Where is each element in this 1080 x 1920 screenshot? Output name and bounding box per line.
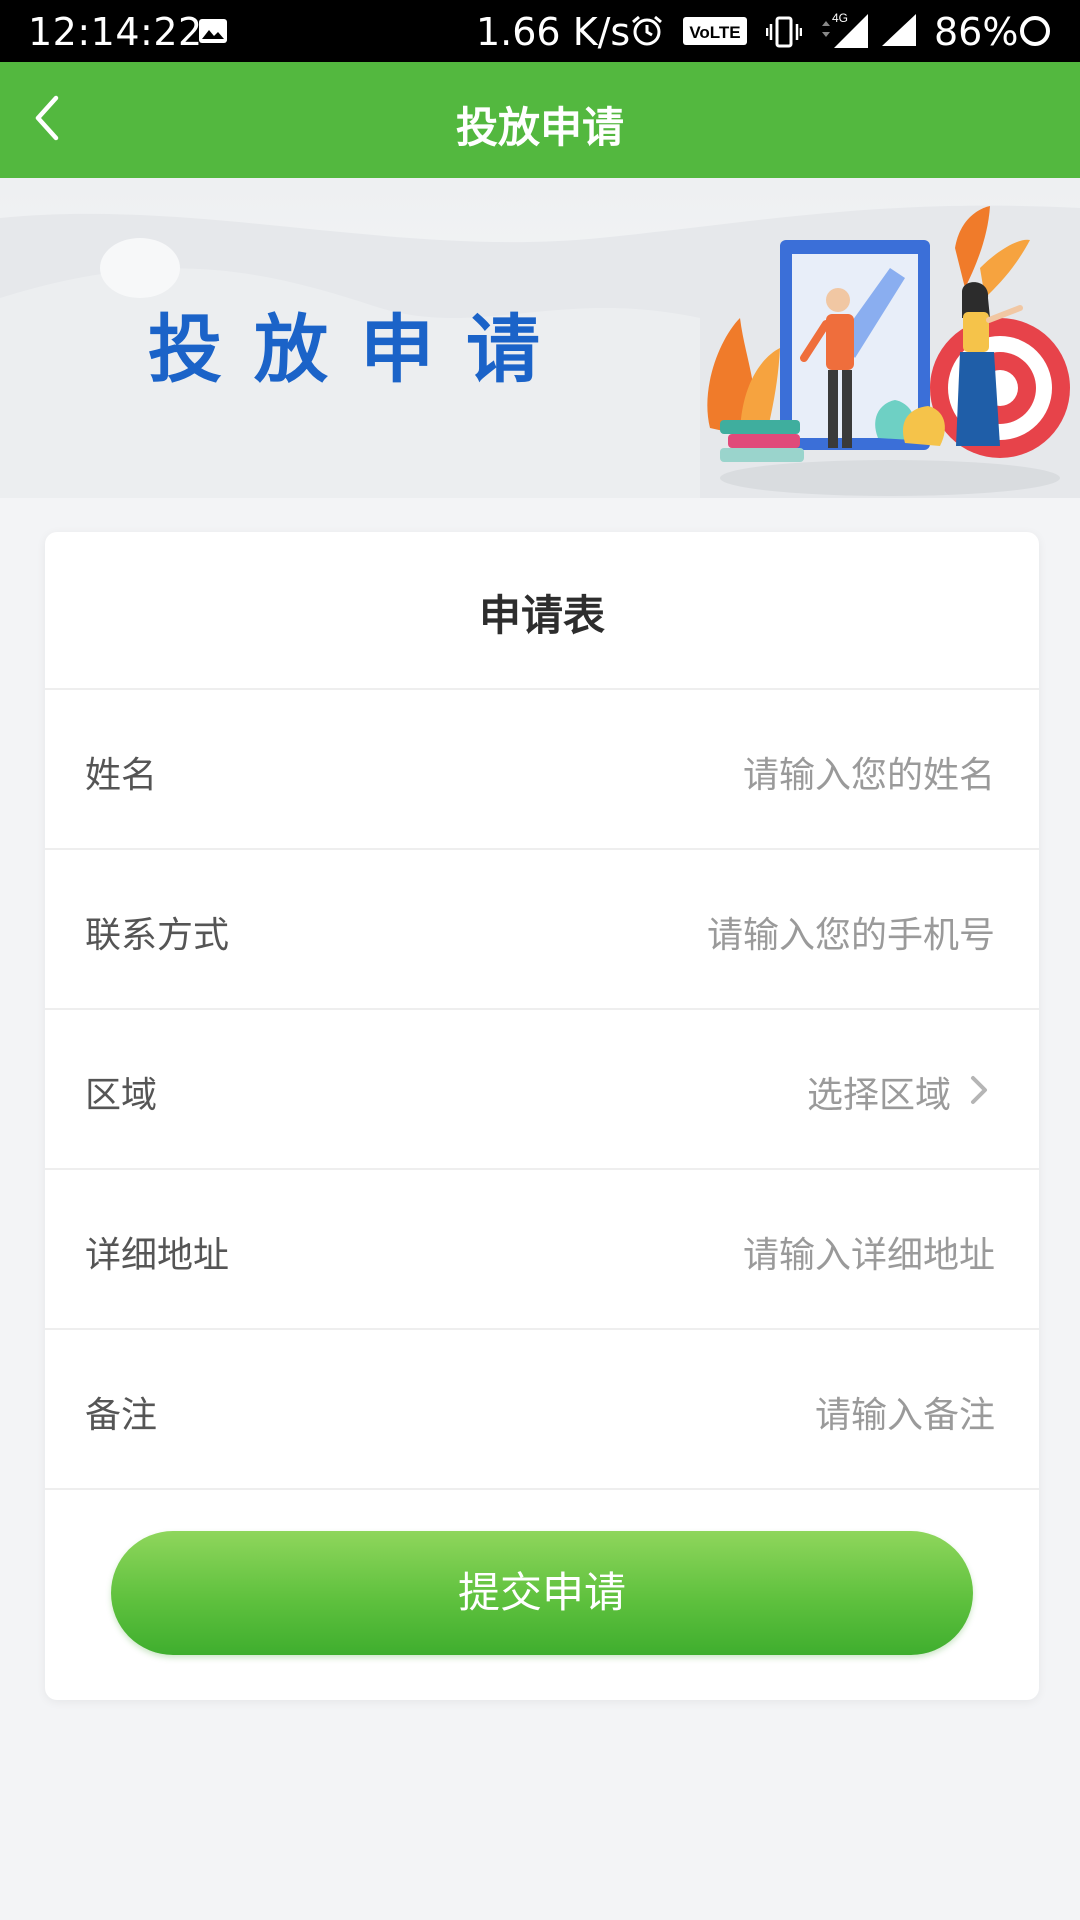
region-select[interactable]: 选择区域 (807, 1066, 951, 1118)
application-form-card: 申请表 姓名 请输入您的姓名 联系方式 请输入您的手机号 区域 选择区域 详细地… (45, 532, 1039, 1700)
volte-icon: VoLTE (683, 17, 747, 45)
field-address-label: 详细地址 (85, 1235, 230, 1276)
signal-icon (882, 14, 916, 46)
vibrate-icon (766, 16, 802, 48)
field-name-label: 姓名 (85, 755, 158, 796)
battery-icon (1020, 16, 1050, 46)
status-bar: 12:14:22 1.66 K/s VoLTE 4G 86% (0, 0, 1080, 62)
volte-label: VoLTE (689, 23, 740, 42)
banner-title: 投放申请 (148, 307, 572, 393)
name-input[interactable]: 请输入您的姓名 (743, 746, 995, 798)
banner-illustration (707, 206, 1070, 496)
network-type: 4G (832, 11, 848, 25)
form-title: 申请表 (478, 591, 605, 640)
field-name[interactable]: 姓名 请输入您的姓名 (45, 688, 1039, 848)
page-title: 投放申请 (455, 103, 624, 152)
field-region[interactable]: 区域 选择区域 (45, 1008, 1039, 1168)
signal-4g-icon: 4G (822, 11, 868, 48)
chevron-right-icon (971, 1076, 987, 1104)
network-speed: 1.66 K/s (476, 10, 631, 54)
app-header: 投放申请 (0, 62, 1080, 178)
battery-percentage: 86% (934, 10, 1019, 54)
field-contact-label: 联系方式 (85, 915, 230, 956)
alarm-icon (632, 15, 662, 46)
field-address[interactable]: 详细地址 请输入详细地址 (45, 1168, 1039, 1328)
submit-button[interactable]: 提交申请 (111, 1531, 973, 1655)
status-time: 12:14:22 (28, 10, 203, 54)
field-remark[interactable]: 备注 请输入备注 (45, 1328, 1039, 1488)
image-icon (199, 19, 227, 43)
banner: 投放申请 (0, 178, 1080, 498)
field-remark-label: 备注 (85, 1395, 158, 1436)
address-input[interactable]: 请输入详细地址 (743, 1226, 995, 1278)
remark-input[interactable]: 请输入备注 (815, 1386, 995, 1438)
phone-input[interactable]: 请输入您的手机号 (707, 906, 995, 958)
field-region-label: 区域 (85, 1075, 158, 1116)
field-contact[interactable]: 联系方式 请输入您的手机号 (45, 848, 1039, 1008)
divider (45, 1488, 1039, 1490)
